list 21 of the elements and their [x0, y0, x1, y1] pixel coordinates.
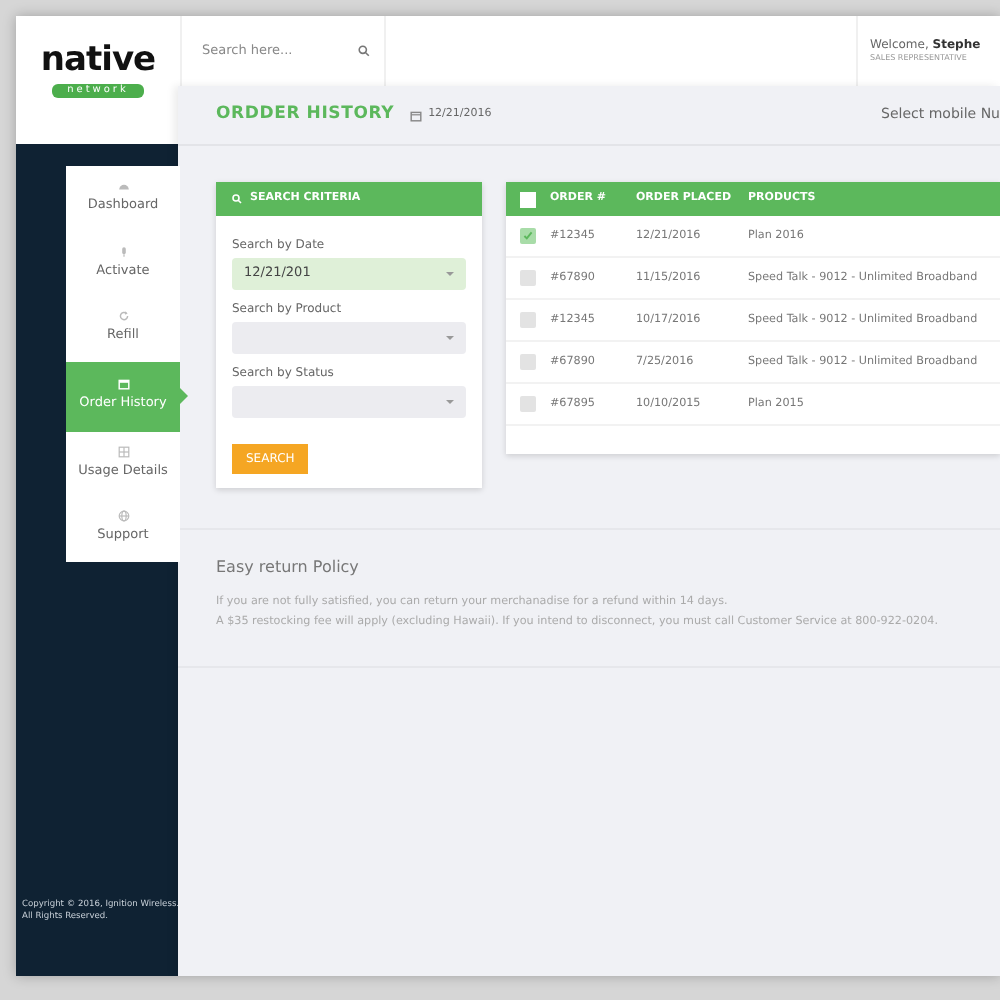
calendar-icon — [410, 109, 423, 121]
refresh-icon — [117, 310, 129, 323]
page-title: ORDDER HISTORY — [216, 102, 395, 128]
row-checkbox[interactable] — [520, 312, 536, 328]
caret-icon — [446, 400, 454, 404]
policy-title: Easy return Policy — [216, 556, 361, 580]
gauge-icon — [117, 180, 129, 193]
search-icon[interactable] — [358, 44, 370, 58]
calendar-icon — [117, 378, 129, 391]
row-checkbox[interactable] — [520, 354, 536, 370]
search-icon — [232, 194, 242, 204]
row-checkbox[interactable] — [520, 228, 536, 244]
caret-icon — [446, 336, 454, 340]
caret-icon — [446, 272, 454, 276]
grid-icon — [117, 445, 129, 458]
select-all-checkbox[interactable] — [520, 191, 536, 207]
dropdown-field[interactable] — [232, 386, 466, 418]
row-checkbox[interactable] — [520, 396, 536, 412]
dropdown-field[interactable] — [232, 322, 466, 354]
globe-icon — [117, 510, 129, 523]
row-checkbox[interactable] — [520, 270, 536, 286]
